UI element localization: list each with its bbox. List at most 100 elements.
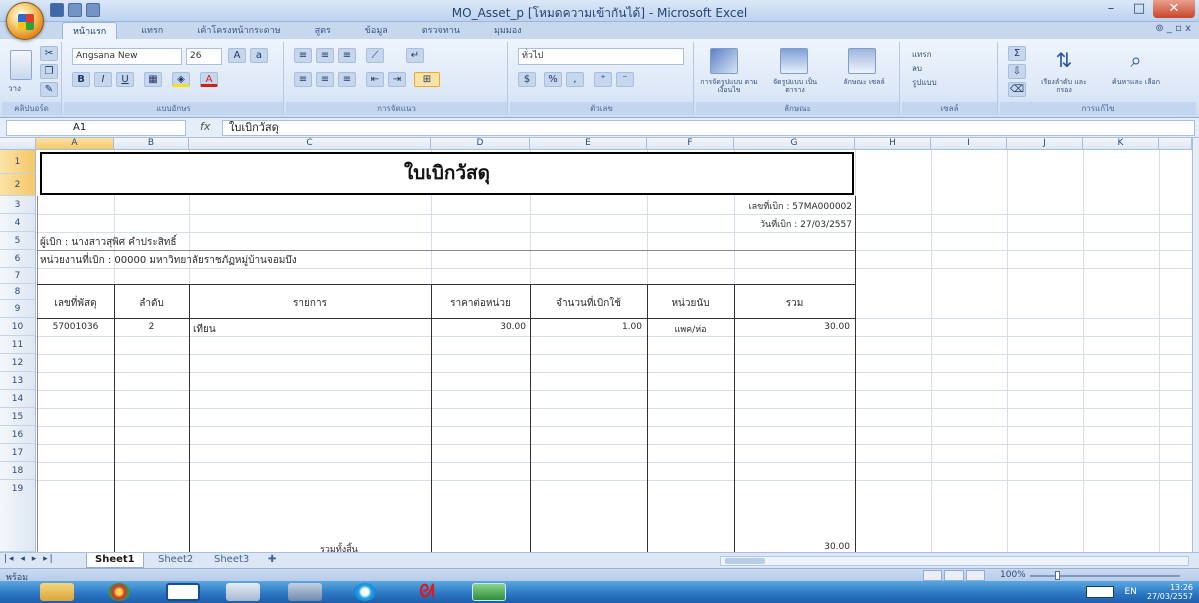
insert-cells-button[interactable]: แทรก [912,48,932,61]
row-header-5[interactable]: 5 [0,232,36,250]
doc-number[interactable]: เลขที่เบิก : 57MA000002 [700,199,852,213]
maximize-button[interactable]: □ [1125,0,1153,18]
wrap-text-icon[interactable]: ↵ [406,48,424,63]
column-header-i[interactable]: I [931,138,1007,150]
column-header-k[interactable]: K [1083,138,1159,150]
row-header-4[interactable]: 4 [0,214,36,232]
excel-icon[interactable] [472,583,506,601]
align-left-icon[interactable]: ≡ [294,72,312,87]
sheet-tab-2[interactable]: Sheet2 [150,553,201,568]
row-header-18[interactable]: 18 [0,462,36,480]
align-right-icon[interactable]: ≡ [338,72,356,87]
row-header-2[interactable]: 2 [0,174,36,196]
column-header-j[interactable]: J [1007,138,1083,150]
tab-view[interactable]: มุมมอง [484,22,532,39]
acrobat-icon[interactable]: ᘛ [410,583,444,601]
window-icon[interactable] [166,583,200,601]
table-cell-total[interactable]: 30.00 [734,322,850,332]
file-explorer-icon[interactable] [40,583,74,601]
horizontal-scroll-thumb[interactable] [725,558,765,564]
table-header-item-code[interactable]: เลขที่พัสดุ [37,296,114,311]
conditional-format-icon[interactable] [710,48,738,74]
chrome-icon[interactable] [108,583,130,601]
align-middle-icon[interactable]: ≡ [316,48,334,63]
doc-date[interactable]: วันที่เบิก : 27/03/2557 [700,217,852,231]
formula-input[interactable]: ใบเบิกวัสดุ [222,120,1195,136]
zoom-level[interactable]: 100% [1000,570,1026,580]
percent-icon[interactable]: % [544,72,562,87]
ribbon-help-controls[interactable]: ⊚ _ ▫ x [1155,23,1191,34]
comma-icon[interactable]: , [566,72,584,87]
autosum-icon[interactable]: Σ [1008,46,1026,61]
table-cell-quantity[interactable]: 1.00 [530,322,642,332]
row-header-17[interactable]: 17 [0,444,36,462]
requester[interactable]: ผู้เบิก : นางสาวสุพิศ คำประสิทธิ์ [40,235,177,250]
vertical-scrollbar[interactable] [1192,138,1199,552]
increase-indent-icon[interactable]: ⇥ [388,72,406,87]
decrease-decimal-icon[interactable]: ⁻ [616,72,634,87]
table-cell-unit-price[interactable]: 30.00 [431,322,526,332]
align-center-icon[interactable]: ≡ [316,72,334,87]
sort-filter-label[interactable]: เรียงลำดับ และกรอง [1034,78,1094,94]
clear-icon[interactable]: ⌫ [1008,82,1026,97]
table-cell-item[interactable]: เทียน [193,322,216,337]
font-size-box[interactable]: 26 [186,48,222,65]
column-header-b[interactable]: B [114,138,189,150]
format-table-label[interactable]: จัดรูปแบบ เป็นตาราง [766,78,824,94]
delete-cells-button[interactable]: ลบ [912,62,922,75]
fx-icon[interactable]: fx [200,120,210,133]
copy-icon[interactable]: ❐ [40,64,58,79]
worksheet-grid[interactable]: A B C D E F G H I J K 1 2 3 4 5 6 7 8 9 … [0,138,1192,552]
row-header-6[interactable]: 6 [0,250,36,268]
italic-icon[interactable]: I [94,72,112,87]
row-header-9[interactable]: 9 [0,300,36,318]
row-header-11[interactable]: 11 [0,336,36,354]
shrink-font-icon[interactable]: a [250,48,268,63]
row-header-15[interactable]: 15 [0,408,36,426]
sheet-tab-3[interactable]: Sheet3 [206,553,257,568]
column-header-c[interactable]: C [189,138,431,150]
table-header-quantity[interactable]: จำนวนที่เบิกใช้ [530,296,647,311]
bold-icon[interactable]: B [72,72,90,87]
fill-icon[interactable]: ⇩ [1008,64,1026,79]
column-header-a[interactable]: A [36,138,114,150]
column-header-e[interactable]: E [530,138,647,150]
table-header-unit-price[interactable]: ราคาต่อหน่วย [431,296,530,311]
merge-center-icon[interactable]: ⊞ [414,72,440,87]
department[interactable]: หน่วยงานที่เบิก : 00000 มหาวิทยาลัยราชภั… [40,253,297,268]
page-layout-view-icon[interactable] [944,570,964,581]
find-select-icon[interactable]: ⌕ [1122,46,1150,74]
fill-color-icon[interactable]: ◈ [172,72,190,87]
table-cell-unit[interactable]: แพค/ห่อ [647,322,734,336]
name-box[interactable]: A1 [6,120,186,136]
skype-icon[interactable] [354,583,376,601]
page-break-view-icon[interactable] [965,570,985,581]
row-header-12[interactable]: 12 [0,354,36,372]
currency-icon[interactable]: $ [518,72,536,87]
tab-data[interactable]: ข้อมูล [355,22,398,39]
row-header-10[interactable]: 10 [0,318,36,336]
table-cell-item-code[interactable]: 57001036 [37,322,114,332]
table-header-total[interactable]: รวม [734,296,855,311]
increase-decimal-icon[interactable]: ⁺ [594,72,612,87]
format-painter-icon[interactable]: ✎ [40,82,58,97]
format-cells-button[interactable]: รูปแบบ [912,76,937,89]
decrease-indent-icon[interactable]: ⇤ [366,72,384,87]
row-header-16[interactable]: 16 [0,426,36,444]
table-header-seq[interactable]: ลำดับ [114,296,189,311]
cell-styles-icon[interactable] [848,48,876,74]
align-top-icon[interactable]: ≡ [294,48,312,63]
column-header-g[interactable]: G [734,138,855,150]
paste-label[interactable]: วาง [8,82,21,95]
column-header-d[interactable]: D [431,138,530,150]
cut-icon[interactable]: ✂ [40,46,58,61]
sheet-nav-arrows[interactable]: |◂ ◂ ▸ ▸| [4,554,55,564]
conditional-format-label[interactable]: การจัดรูปแบบ ตามเงื่อนไข [698,78,760,94]
grow-font-icon[interactable]: A [228,48,246,63]
row-header-19[interactable]: 19 [0,480,36,552]
tab-home[interactable]: หน้าแรก [62,22,118,39]
paste-icon[interactable] [10,50,32,80]
sheet-tab-1[interactable]: Sheet1 [86,553,144,568]
borders-icon[interactable]: ▦ [144,72,162,87]
insert-sheet-icon[interactable]: ✚ [260,553,284,568]
